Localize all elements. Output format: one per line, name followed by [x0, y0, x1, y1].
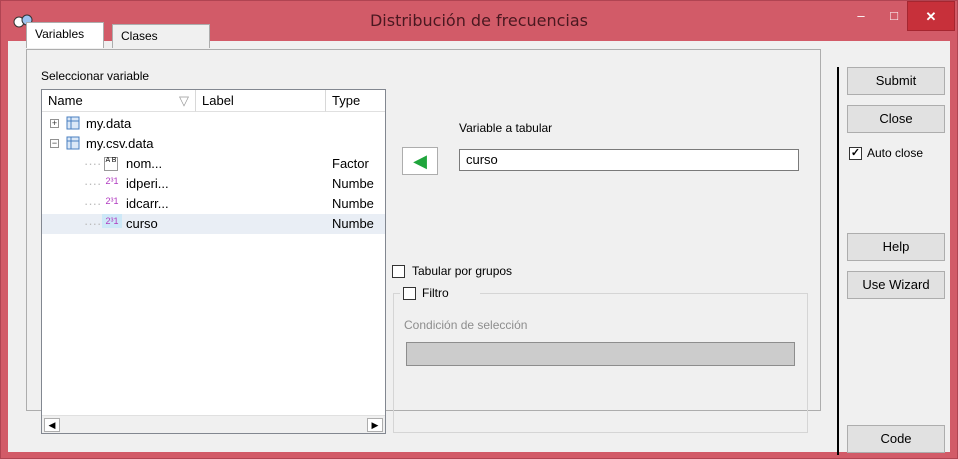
tree-item-type: Numbe [332, 216, 374, 231]
tree-item-name: idperi... [126, 176, 169, 191]
tree-row-my-csv-data[interactable]: − my.csv.data [42, 134, 385, 154]
filtro-group: Filtro Condición de selección [393, 285, 808, 433]
variable-tree[interactable]: Name ▽ Label Type + my.data − my.csv.dat… [41, 89, 386, 434]
variable-a-tabular-field[interactable]: curso [459, 149, 799, 171]
tree-item-name: my.data [86, 116, 132, 131]
tree-row-curso[interactable]: ···· 2³1 curso Numbe [42, 214, 385, 234]
tree-item-name: nom... [126, 156, 163, 171]
numeric-icon: 2³1 [105, 176, 119, 186]
tree-item-type: Factor [332, 156, 369, 171]
auto-close-label: Auto close [867, 146, 924, 160]
help-button[interactable]: Help [847, 233, 945, 261]
tab-variables[interactable]: Variables [26, 22, 104, 48]
condicion-seleccion-field[interactable] [406, 342, 795, 366]
dataset-icon [66, 116, 80, 130]
variable-a-tabular-label: Variable a tabular [459, 121, 553, 135]
tree-item-type: Numbe [332, 176, 374, 191]
filtro-legend: Filtro [400, 285, 480, 303]
filtro-label: Filtro [422, 286, 449, 300]
collapse-icon[interactable]: − [50, 139, 59, 148]
maximize-button[interactable]: □ [877, 1, 911, 31]
tabular-por-grupos-checkbox[interactable] [392, 265, 405, 278]
tree-row-nom[interactable]: ···· A B nom... Factor [42, 154, 385, 174]
tree-row-idcarr[interactable]: ···· 2³1 idcarr... Numbe [42, 194, 385, 214]
condicion-seleccion-label: Condición de selección [404, 318, 528, 332]
tabular-por-grupos-label: Tabular por grupos [412, 264, 513, 278]
column-name-label: Name [48, 93, 83, 108]
code-button[interactable]: Code [847, 425, 945, 453]
tree-row-idperi[interactable]: ···· 2³1 idperi... Numbe [42, 174, 385, 194]
tree-connector: ···· [84, 196, 102, 211]
numeric-icon: 2³1 [105, 196, 119, 206]
scroll-right-icon[interactable]: ▶ [367, 418, 383, 432]
dataset-icon [66, 136, 80, 150]
tree-item-name: curso [126, 216, 158, 231]
tree-connector: ···· [84, 176, 102, 191]
close-window-button[interactable]: ✕ [907, 1, 955, 31]
numeric-icon: 2³1 [102, 214, 122, 228]
tree-item-name: idcarr... [126, 196, 169, 211]
tree-item-name: my.csv.data [86, 136, 154, 151]
horizontal-scrollbar[interactable]: ◀ ▶ [42, 415, 385, 433]
auto-close-checkbox[interactable]: ✓ [849, 147, 862, 160]
use-wizard-button[interactable]: Use Wizard [847, 271, 945, 299]
column-header-name[interactable]: Name ▽ [42, 90, 196, 112]
expand-icon[interactable]: + [50, 119, 59, 128]
select-variable-label: Seleccionar variable [41, 69, 150, 83]
move-variable-button[interactable]: ◀ [402, 147, 438, 175]
arrow-left-icon: ◀ [413, 151, 427, 171]
filtro-checkbox[interactable] [403, 287, 416, 300]
tree-connector: ···· [84, 156, 102, 171]
close-button[interactable]: Close [847, 105, 945, 133]
sort-icon: ▽ [179, 93, 189, 108]
dialog-window: Distribución de frecuencias – □ ✕ Variab… [0, 0, 958, 459]
tab-clases[interactable]: Clases [112, 24, 210, 48]
tree-connector: ···· [84, 216, 102, 231]
vertical-separator [837, 67, 839, 455]
scroll-left-icon[interactable]: ◀ [44, 418, 60, 432]
minimize-button[interactable]: – [844, 1, 878, 31]
column-header-label[interactable]: Label [196, 90, 326, 112]
submit-button[interactable]: Submit [847, 67, 945, 95]
factor-icon: A B [104, 157, 118, 171]
tree-row-my-data[interactable]: + my.data [42, 114, 385, 134]
column-header-type[interactable]: Type [326, 90, 385, 112]
tree-item-type: Numbe [332, 196, 374, 211]
